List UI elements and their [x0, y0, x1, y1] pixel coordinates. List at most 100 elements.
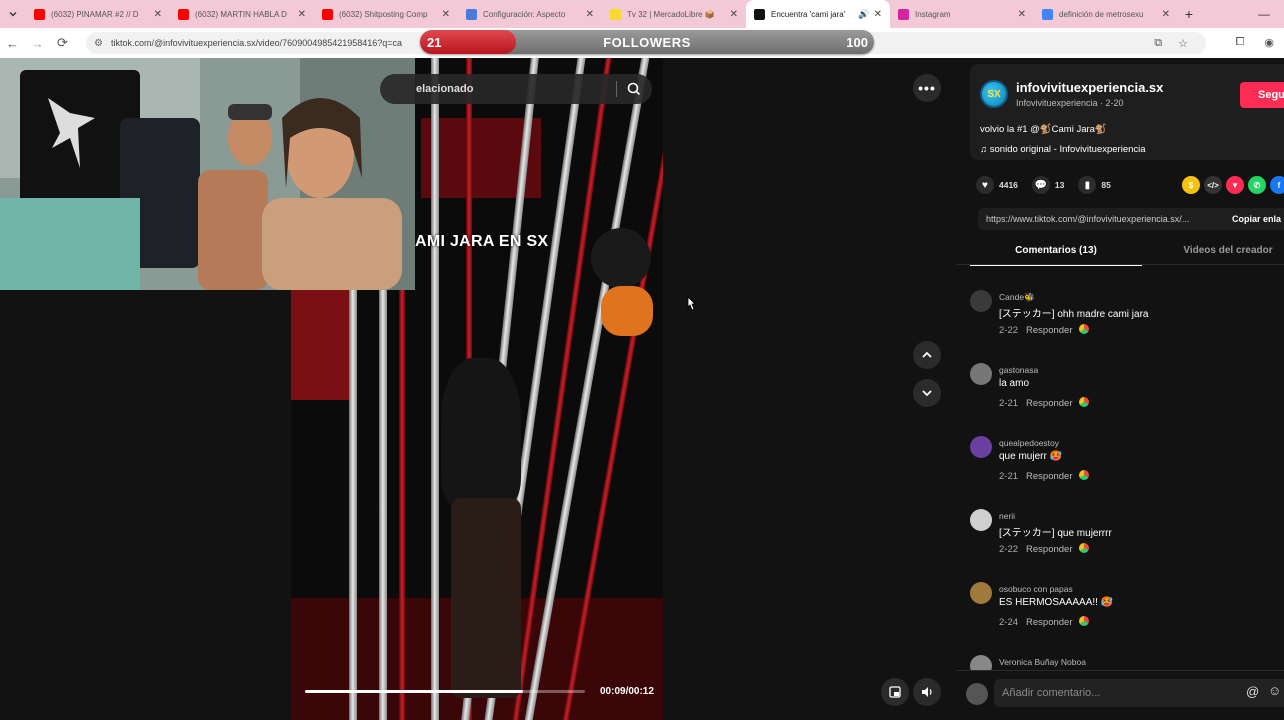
- copy-link-button[interactable]: Copiar enla: [1232, 208, 1281, 230]
- tab-search-dropdown[interactable]: [0, 0, 26, 28]
- tab-title: Encuentra 'cami jara': [771, 9, 846, 19]
- send-to-friends-icon[interactable]: ▼: [1226, 176, 1244, 194]
- tab-comments[interactable]: Comentarios (13): [970, 240, 1142, 266]
- performer-figure: [441, 358, 521, 508]
- browser-tab[interactable]: Instagram ✕: [890, 0, 1034, 28]
- video-caption: AMI JARA EN SX: [415, 233, 549, 250]
- commenter-avatar[interactable]: [970, 290, 992, 312]
- reaction-icon[interactable]: [1078, 324, 1089, 334]
- close-tab-icon[interactable]: ✕: [586, 9, 594, 20]
- sound-label: sonido original - Infovivituexperiencia: [989, 144, 1146, 155]
- comment-date: 2-22: [999, 544, 1019, 555]
- creator-name[interactable]: infovivituexperiencia.sx: [1016, 80, 1163, 95]
- commenter-avatar[interactable]: [970, 436, 992, 458]
- new-tab-button[interactable]: +: [1178, 6, 1200, 22]
- close-tab-icon[interactable]: ✕: [298, 9, 306, 20]
- comment-item: Cande🐝 [ステッカー] ohh madre cami jara 2-22 Res…: [970, 286, 1284, 359]
- close-tab-icon[interactable]: ✕: [1162, 9, 1170, 20]
- reply-button[interactable]: Responder: [1026, 544, 1072, 555]
- emoji-icon[interactable]: ☺: [1268, 683, 1281, 698]
- performer-legs: [451, 498, 521, 698]
- reply-button[interactable]: Responder: [1026, 617, 1072, 628]
- video-progress-fill: [305, 690, 524, 693]
- sound-info[interactable]: ♫ sonido original - Infovivituexperienci…: [980, 144, 1146, 155]
- comment-meta: 2-22 Responder: [999, 324, 1089, 336]
- close-tab-icon[interactable]: ✕: [874, 9, 882, 20]
- reply-button[interactable]: Responder: [1026, 325, 1072, 336]
- tab-creator-videos[interactable]: Videos del creador: [1142, 240, 1284, 256]
- close-tab-icon[interactable]: ✕: [1018, 9, 1026, 20]
- comment-input[interactable]: [994, 679, 1284, 707]
- volume-icon: [922, 687, 932, 697]
- mention-icon[interactable]: @: [1246, 684, 1259, 699]
- mouse-cursor-icon: [687, 296, 696, 311]
- tab-audio-icon[interactable]: 🔊: [858, 9, 869, 20]
- embed-icon[interactable]: </>: [1204, 176, 1222, 194]
- commenter-name[interactable]: Cande🐝: [999, 292, 1035, 303]
- reaction-icon[interactable]: [1078, 543, 1089, 553]
- tab-title: (6032) MARTIN HABLA D: [195, 9, 287, 19]
- whatsapp-icon[interactable]: ✆: [1248, 176, 1266, 194]
- commenter-avatar[interactable]: [970, 363, 992, 385]
- commenter-avatar[interactable]: [970, 509, 992, 531]
- extensions-icon[interactable]: ⧠: [1236, 36, 1245, 49]
- picture-in-picture-button[interactable]: [881, 678, 909, 706]
- commenter-name[interactable]: Veronica Buñay Noboa: [999, 657, 1086, 667]
- comment-list: Cande🐝 [ステッカー] ohh madre cami jara 2-22 Res…: [970, 286, 1284, 720]
- comment-meta: 2-21 Responder: [999, 470, 1089, 482]
- browser-tab[interactable]: Configuración: Aspecto ✕: [458, 0, 602, 28]
- coin-share-icon[interactable]: $: [1182, 176, 1200, 194]
- comment-item: quealpedoestoy que mujerr 🥵 2-21 Responder: [970, 432, 1284, 505]
- search-bar[interactable]: elacionado: [380, 74, 652, 104]
- close-tab-icon[interactable]: ✕: [730, 9, 738, 20]
- comment-text: ES HERMOSAAAAA!! 🥵: [999, 597, 1114, 608]
- browser-tab[interactable]: (6032) PINAMAR #2 // D ✕: [26, 0, 170, 28]
- previous-video-button[interactable]: [913, 341, 941, 369]
- close-tab-icon[interactable]: ✕: [442, 9, 450, 20]
- forward-icon[interactable]: →: [25, 36, 50, 51]
- reload-icon[interactable]: ⟳: [50, 35, 75, 51]
- site-info-icon[interactable]: ⚙: [94, 38, 103, 49]
- back-icon[interactable]: ←: [0, 36, 25, 51]
- comment-button[interactable]: 💬 13: [1031, 176, 1064, 194]
- comment-item: gastonasa la amo 2-21 Responder: [970, 359, 1284, 432]
- youtube-icon: [34, 8, 45, 20]
- reaction-icon[interactable]: [1078, 397, 1089, 407]
- volume-button[interactable]: [913, 678, 941, 706]
- profile-icon[interactable]: ◉: [1264, 36, 1274, 49]
- instagram-icon: [898, 8, 909, 20]
- search-icon[interactable]: [626, 81, 642, 97]
- save-button[interactable]: ▮ 85: [1078, 176, 1111, 194]
- next-video-button[interactable]: [913, 379, 941, 407]
- browser-tab[interactable]: (6032) MARTIN HABLA D ✕: [170, 0, 314, 28]
- minimize-icon[interactable]: —: [1258, 7, 1270, 21]
- commenter-name[interactable]: gastonasa: [999, 365, 1038, 375]
- browser-tab[interactable]: definición de metrosexu ✕: [1034, 0, 1178, 28]
- commenter-name[interactable]: osobuco con papas: [999, 584, 1073, 594]
- pip-icon: [889, 686, 901, 698]
- reply-button[interactable]: Responder: [1026, 398, 1072, 409]
- reaction-icon[interactable]: [1078, 616, 1089, 626]
- facebook-icon[interactable]: f: [1270, 176, 1284, 194]
- heart-icon: ♥: [976, 176, 994, 194]
- comment-meta: 2-21 Responder: [999, 397, 1089, 409]
- reply-button[interactable]: Responder: [1026, 471, 1072, 482]
- install-app-icon[interactable]: ⧉: [1154, 37, 1162, 50]
- commenter-name[interactable]: quealpedoestoy: [999, 438, 1059, 448]
- commenter-name[interactable]: nerii: [999, 511, 1015, 521]
- followers-current-count: 21: [427, 35, 442, 50]
- commenter-avatar[interactable]: [970, 582, 992, 604]
- more-options-button[interactable]: •••: [913, 74, 941, 102]
- browser-tab[interactable]: (6032) Shitposting Comp ✕: [314, 0, 458, 28]
- tab-title: Configuración: Aspecto: [483, 9, 566, 19]
- browser-tab[interactable]: Tv 32 | MercadoLibre 📦 ✕: [602, 0, 746, 28]
- creator-avatar[interactable]: SX: [980, 80, 1008, 108]
- video-progress-bar[interactable]: [305, 690, 585, 693]
- browser-tab[interactable]: Encuentra 'cami jara' 🔊 ✕: [746, 0, 890, 28]
- like-button[interactable]: ♥ 4416: [976, 176, 1018, 194]
- follow-button[interactable]: Segui: [1240, 82, 1284, 108]
- youtube-icon: [322, 8, 333, 20]
- reaction-icon[interactable]: [1078, 470, 1089, 480]
- close-tab-icon[interactable]: ✕: [154, 9, 162, 20]
- bookmark-star-icon[interactable]: ☆: [1178, 37, 1188, 50]
